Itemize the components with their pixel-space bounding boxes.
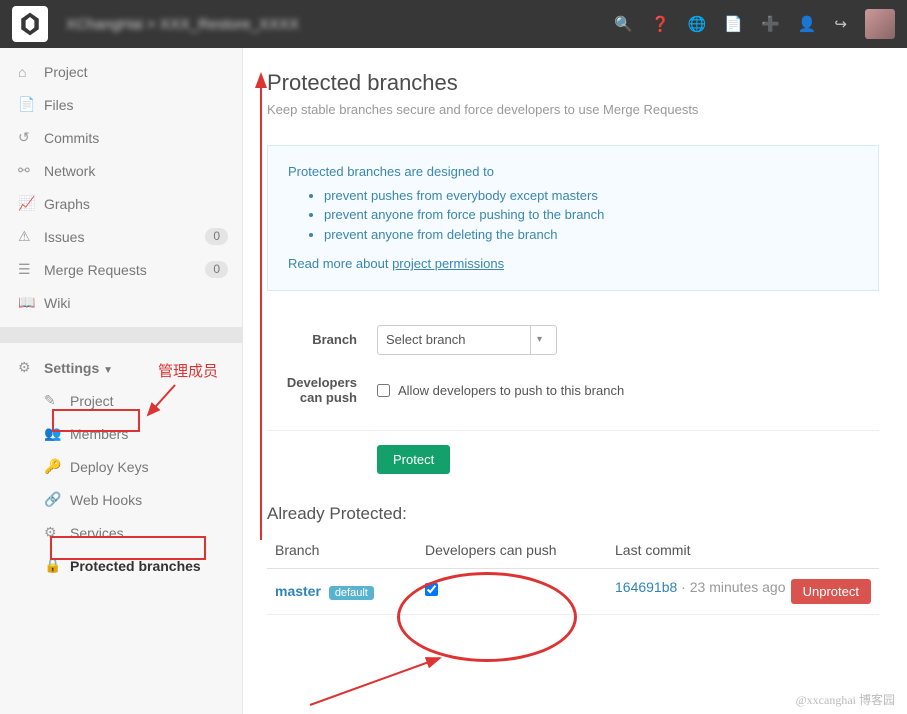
count-badge: 0	[205, 261, 228, 278]
sidebar-sub-project[interactable]: ✎Project	[0, 384, 242, 417]
sidebar-item-label: Project	[70, 393, 114, 409]
default-tag: default	[329, 586, 374, 600]
sidebar-item-files[interactable]: 📄Files	[0, 88, 242, 121]
page-subtitle: Keep stable branches secure and force de…	[267, 102, 879, 117]
search-icon[interactable]: 🔍	[614, 15, 633, 33]
form-row-branch: Branch Select branch ▾	[267, 315, 879, 365]
branch-label: Branch	[267, 332, 377, 347]
history-icon: ↺	[18, 129, 44, 146]
chart-icon: 📈	[18, 195, 44, 212]
sidebar-item-network[interactable]: ⚯Network	[0, 154, 242, 187]
divider	[0, 327, 242, 343]
table-row: master default 164691b8 · 23 minutes ago…	[267, 568, 879, 614]
sidebar-item-label: Merge Requests	[44, 262, 147, 278]
commit-link[interactable]: 164691b8	[615, 579, 677, 595]
form-row-devpush: Developers can push Allow developers to …	[267, 365, 879, 416]
project-permissions-link[interactable]: project permissions	[392, 256, 504, 271]
col-branch: Branch	[267, 532, 417, 569]
sidebar-item-commits[interactable]: ↺Commits	[0, 121, 242, 154]
sidebar-item-label: Services	[70, 525, 124, 541]
sidebar-sub-deploykeys[interactable]: 🔑Deploy Keys	[0, 450, 242, 483]
info-bullet: prevent anyone from deleting the branch	[324, 225, 858, 245]
bang-icon: ⚠	[18, 228, 44, 245]
annotation-text: 管理成员	[158, 360, 218, 381]
lock-icon: 🔒	[44, 557, 70, 574]
gitlab-logo[interactable]	[12, 6, 48, 42]
files-icon: 📄	[18, 96, 44, 113]
branch-link[interactable]: master	[275, 583, 321, 599]
branch-select[interactable]: Select branch ▾	[377, 325, 557, 355]
group-icon: 👥	[44, 425, 70, 442]
sidebar-item-issues[interactable]: ⚠Issues 0	[0, 220, 242, 253]
commit-time: 23 minutes ago	[690, 579, 786, 595]
already-protected-heading: Already Protected:	[267, 504, 879, 524]
sidebar-sub-services[interactable]: ⚙Services	[0, 516, 242, 549]
link-icon: 🔗	[44, 491, 70, 508]
sidebar-sub-protected[interactable]: 🔒Protected branches	[0, 549, 242, 582]
edit-icon: ✎	[44, 392, 70, 409]
sidebar-item-label: Network	[44, 163, 95, 179]
top-bar: XChangHai > XXX_Restore_XXXX 🔍 ❓ 🌐 📄 ➕ 👤…	[0, 0, 907, 48]
devpush-checkbox[interactable]	[377, 384, 390, 397]
sidebar-item-label: Deploy Keys	[70, 459, 149, 475]
row-devpush-checkbox[interactable]	[425, 583, 438, 596]
commit-sep: ·	[677, 579, 689, 595]
sidebar-item-label: Graphs	[44, 196, 90, 212]
fork-icon: ⚯	[18, 162, 44, 179]
sidebar-item-label: Protected branches	[70, 558, 201, 574]
info-panel: Protected branches are designed to preve…	[267, 145, 879, 291]
key-icon: 🔑	[44, 458, 70, 475]
chevron-down-icon: ▼	[103, 365, 113, 376]
divider	[267, 430, 879, 431]
unprotect-button[interactable]: Unprotect	[791, 579, 871, 604]
globe-icon[interactable]: 🌐	[688, 15, 707, 33]
sidebar-item-label: Files	[44, 97, 74, 113]
tasks-icon: ☰	[18, 261, 44, 278]
devpush-checklabel: Allow developers to push to this branch	[398, 383, 624, 398]
sidebar-item-label: Web Hooks	[70, 492, 142, 508]
book-icon: 📖	[18, 294, 44, 311]
info-intro: Protected branches are designed to	[288, 162, 858, 182]
sidebar-item-label: Issues	[44, 229, 84, 245]
devpush-label: Developers can push	[267, 375, 377, 406]
help-icon[interactable]: ❓	[651, 15, 670, 33]
sidebar: ⌂Project 📄Files ↺Commits ⚯Network 📈Graph…	[0, 48, 243, 714]
sidebar-sub-webhooks[interactable]: 🔗Web Hooks	[0, 483, 242, 516]
main-content: Protected branches Keep stable branches …	[243, 48, 907, 714]
sidebar-item-wiki[interactable]: 📖Wiki	[0, 286, 242, 319]
page-title: Protected branches	[267, 70, 879, 96]
chevron-down-icon: ▾	[530, 326, 548, 354]
settings-label: Settings ▼	[44, 360, 113, 376]
plus-icon[interactable]: ➕	[761, 15, 780, 33]
gears-icon: ⚙	[18, 359, 44, 376]
watermark: @xxcanghai 博客园	[796, 691, 895, 708]
info-bullet: prevent pushes from everybody except mas…	[324, 186, 858, 206]
sidebar-item-label: Commits	[44, 130, 99, 146]
breadcrumb[interactable]: XChangHai > XXX_Restore_XXXX	[66, 16, 299, 33]
sidebar-sub-members[interactable]: 👥Members	[0, 417, 242, 450]
protect-button[interactable]: Protect	[377, 445, 450, 474]
files-icon[interactable]: 📄	[724, 15, 743, 33]
toolbar-icons: 🔍 ❓ 🌐 📄 ➕ 👤 ↪	[614, 9, 895, 39]
col-devpush: Developers can push	[417, 532, 607, 569]
sidebar-item-merge[interactable]: ☰Merge Requests 0	[0, 253, 242, 286]
user-icon[interactable]: 👤	[798, 15, 817, 33]
protected-table: Branch Developers can push Last commit m…	[267, 532, 879, 615]
sidebar-item-graphs[interactable]: 📈Graphs	[0, 187, 242, 220]
info-more: Read more about project permissions	[288, 254, 858, 274]
select-placeholder: Select branch	[386, 332, 466, 347]
avatar[interactable]	[865, 9, 895, 39]
signout-icon[interactable]: ↪	[834, 15, 847, 33]
sidebar-item-label: Wiki	[44, 295, 70, 311]
info-bullet: prevent anyone from force pushing to the…	[324, 205, 858, 225]
sidebar-item-label: Project	[44, 64, 88, 80]
col-lastcommit: Last commit	[607, 532, 879, 569]
sidebar-item-label: Members	[70, 426, 128, 442]
cog-icon: ⚙	[44, 524, 70, 541]
count-badge: 0	[205, 228, 228, 245]
sidebar-item-project[interactable]: ⌂Project	[0, 56, 242, 88]
home-icon: ⌂	[18, 64, 44, 80]
